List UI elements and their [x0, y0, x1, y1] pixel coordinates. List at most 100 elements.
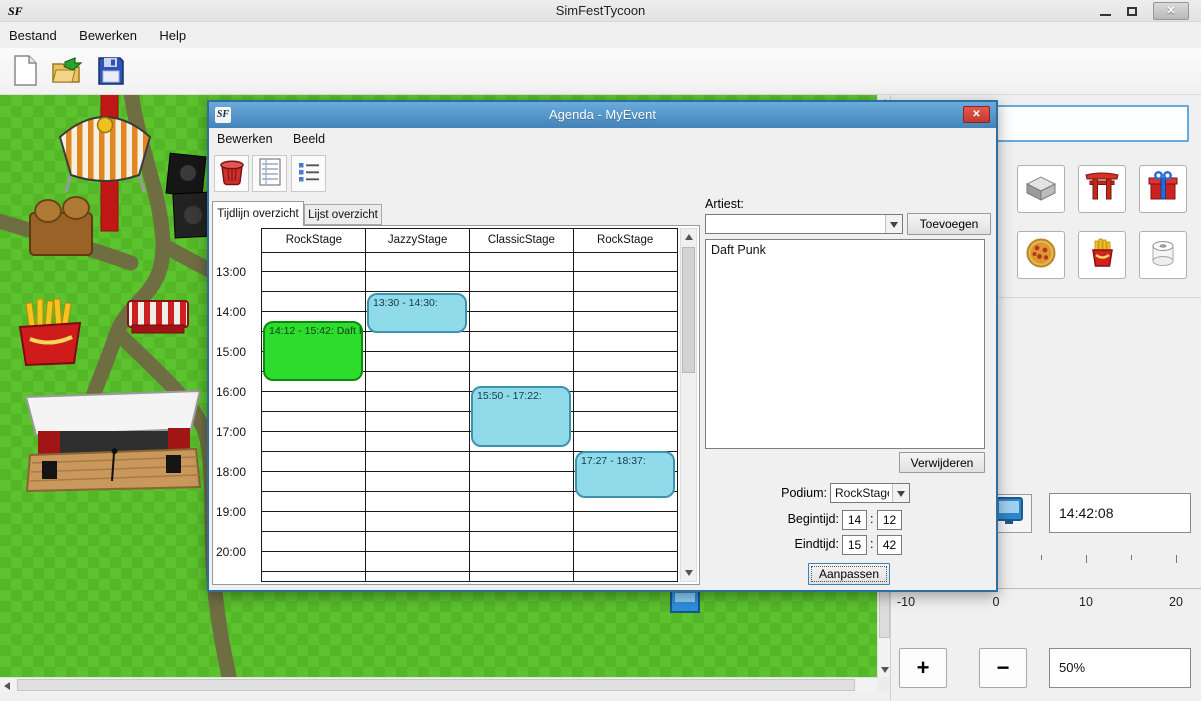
- combo-dropdown-button[interactable]: [892, 484, 909, 502]
- pizza-icon: [1023, 235, 1059, 276]
- save-floppy-icon: [97, 56, 125, 89]
- open-file-button[interactable]: [48, 53, 86, 91]
- timeline-view-button[interactable]: [252, 155, 287, 192]
- zoom-out-button[interactable]: −: [979, 648, 1027, 688]
- new-file-button[interactable]: [6, 53, 44, 91]
- fries-stand[interactable]: [20, 299, 80, 365]
- end-minute-field[interactable]: [877, 535, 902, 555]
- map-hscroll-thumb[interactable]: [17, 679, 855, 691]
- time-label: 14:00: [216, 305, 258, 319]
- schedule-grid[interactable]: [261, 252, 678, 582]
- start-time-label: Begintijd:: [769, 512, 839, 526]
- tent[interactable]: [60, 117, 150, 192]
- time-separator: :: [870, 512, 873, 526]
- item-button-fries[interactable]: [1078, 231, 1126, 279]
- column-header: JazzyStage: [366, 229, 470, 252]
- tab-list-overview[interactable]: Lijst overzicht: [304, 204, 382, 225]
- delete-event-button[interactable]: [214, 155, 249, 192]
- window-titlebar[interactable]: SF SimFestTycoon ✕: [0, 0, 1201, 22]
- screen-icon: [994, 495, 1024, 532]
- dialog-title: Agenda - MyEvent: [209, 102, 996, 128]
- main-stage[interactable]: [26, 391, 200, 491]
- slider-label: 20: [1161, 595, 1191, 609]
- scroll-down-icon[interactable]: [881, 667, 889, 673]
- slider-tick: [1176, 555, 1177, 563]
- artist-combobox[interactable]: [705, 214, 903, 234]
- list-view-button[interactable]: [291, 155, 326, 192]
- item-button-gift[interactable]: [1139, 165, 1187, 213]
- podium-combobox[interactable]: RockStage: [830, 483, 910, 503]
- artist-listbox[interactable]: Daft Punk: [705, 239, 985, 449]
- window-title: SimFestTycoon: [0, 0, 1201, 22]
- item-button-torii[interactable]: [1078, 165, 1126, 213]
- column-header: RockStage: [262, 229, 366, 252]
- close-button[interactable]: ✕: [1153, 2, 1189, 20]
- time-label: 18:00: [216, 465, 258, 479]
- scroll-up-icon[interactable]: [685, 234, 693, 240]
- time-label: 13:00: [216, 265, 258, 279]
- schedule-event[interactable]: 14:12 - 15:42: Daft P: [263, 321, 363, 381]
- slider-label: 0: [981, 595, 1011, 609]
- main-toolbar: [0, 48, 1201, 95]
- podium-label: Podium:: [749, 486, 827, 500]
- striped-booth[interactable]: [128, 301, 188, 333]
- clock-display: 14:42:08: [1049, 493, 1191, 533]
- schedule-scrollbar[interactable]: [680, 228, 697, 582]
- remove-artist-button[interactable]: Verwijderen: [899, 452, 985, 473]
- schedule-scroll-thumb[interactable]: [682, 247, 695, 373]
- tab-timeline-overview[interactable]: Tijdlijn overzicht: [212, 201, 304, 226]
- dialog-menu-bewerken[interactable]: Bewerken: [209, 128, 281, 150]
- time-label: 17:00: [216, 425, 258, 439]
- chevron-down-icon: [890, 222, 898, 228]
- artist-list-item[interactable]: Daft Punk: [706, 240, 984, 260]
- scroll-down-icon[interactable]: [685, 570, 693, 576]
- save-button[interactable]: [92, 53, 130, 91]
- time-separator: :: [870, 537, 873, 551]
- item-button-stage[interactable]: [1017, 165, 1065, 213]
- open-folder-icon: [51, 56, 83, 89]
- schedule-panel: 13:00 14:00 15:00 16:00 17:00 18:00 19:0…: [212, 225, 700, 585]
- add-artist-button[interactable]: Toevoegen: [907, 213, 991, 235]
- dialog-close-button[interactable]: ✕: [963, 106, 990, 123]
- maximize-icon[interactable]: [1127, 7, 1137, 16]
- combo-dropdown-button[interactable]: [885, 215, 902, 233]
- dialog-titlebar[interactable]: SF Agenda - MyEvent ✕: [209, 102, 996, 128]
- end-time-label: Eindtijd:: [769, 537, 839, 551]
- slider-tick: [1086, 555, 1087, 563]
- start-minute-field[interactable]: [877, 510, 902, 530]
- dialog-menu-beeld[interactable]: Beeld: [285, 128, 333, 150]
- billboard-sign[interactable]: [671, 589, 699, 612]
- artist-label: Artiest:: [705, 197, 744, 211]
- item-button-toilet-paper[interactable]: [1139, 231, 1187, 279]
- trash-icon: [218, 157, 246, 190]
- slider-label: 10: [1071, 595, 1101, 609]
- menu-help[interactable]: Help: [150, 23, 195, 48]
- schedule-event[interactable]: 13:30 - 14:30:: [367, 293, 467, 333]
- slider-tick: [1041, 555, 1042, 560]
- map-horizontal-scrollbar[interactable]: [0, 677, 890, 692]
- column-header: ClassicStage: [470, 229, 574, 252]
- scroll-left-icon[interactable]: [4, 682, 10, 690]
- time-label: 16:00: [216, 385, 258, 399]
- time-label: 15:00: [216, 345, 258, 359]
- slider-tick: [1131, 555, 1132, 560]
- zoom-in-button[interactable]: +: [899, 648, 947, 688]
- list-icon: [296, 159, 322, 188]
- item-button-pizza[interactable]: [1017, 231, 1065, 279]
- time-label: 19:00: [216, 505, 258, 519]
- schedule-event[interactable]: 15:50 - 17:22:: [471, 386, 571, 447]
- toilet-paper-icon: [1145, 235, 1181, 276]
- start-hour-field[interactable]: [842, 510, 867, 530]
- end-hour-field[interactable]: [842, 535, 867, 555]
- torii-gate-icon: [1084, 169, 1120, 210]
- minimize-icon[interactable]: [1100, 14, 1111, 16]
- apply-button[interactable]: Aanpassen: [808, 563, 890, 585]
- chevron-down-icon: [897, 491, 905, 497]
- podium-combobox-value: RockStage: [835, 484, 889, 502]
- zoom-level-display: 50%: [1049, 648, 1191, 688]
- menu-bewerken[interactable]: Bewerken: [70, 23, 146, 48]
- schedule-event[interactable]: 17:27 - 18:37:: [575, 451, 675, 498]
- market-stand[interactable]: [30, 197, 92, 255]
- artist-combobox-value: [710, 215, 882, 233]
- menu-bestand[interactable]: Bestand: [0, 23, 66, 48]
